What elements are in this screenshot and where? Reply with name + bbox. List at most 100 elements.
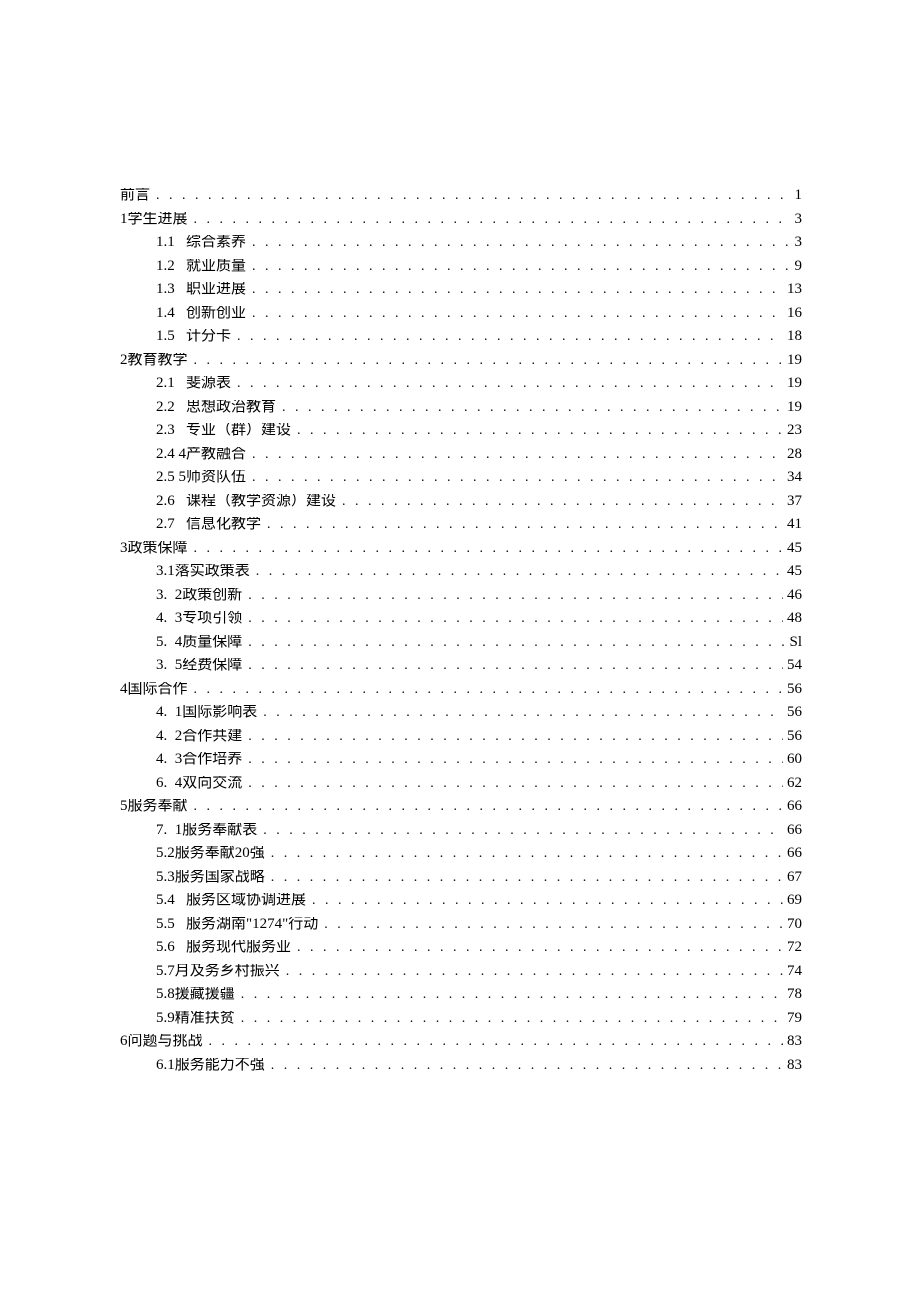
toc-entry-label: 1学生进展 xyxy=(120,212,188,227)
toc-entry-title: 月及务乡村振兴 xyxy=(175,964,280,979)
toc-entry-gap xyxy=(175,376,186,391)
toc-leader-dots xyxy=(265,847,787,861)
toc-leader-dots xyxy=(265,871,787,885)
toc-entry-label: 3.1落实政策表 xyxy=(156,564,250,579)
toc-entry-title: 2政策创新 xyxy=(175,588,243,603)
toc-entry-label: 4. 1国际影响表 xyxy=(156,705,257,720)
toc-entry-title: 问题与挑战 xyxy=(128,1034,203,1049)
toc-entry-page: 1 xyxy=(795,188,803,203)
toc-entry-title: 服务现代服务业 xyxy=(186,940,291,955)
toc-entry-label: 1.3 职业进展 xyxy=(156,282,246,297)
toc-entry-gap xyxy=(175,400,186,415)
toc-entry-gap xyxy=(167,658,175,673)
toc-entry-number: 5.5 xyxy=(156,917,175,932)
toc-leader-dots xyxy=(235,988,787,1002)
toc-entry-number: 2.7 xyxy=(156,517,175,532)
toc-leader-dots xyxy=(242,753,787,767)
toc-entry-gap xyxy=(175,517,186,532)
toc-leader-dots xyxy=(242,730,787,744)
toc-entry-number: 6 xyxy=(120,1034,128,1049)
toc-entry-page: 9 xyxy=(795,259,803,274)
toc-entry-number: 5. xyxy=(156,635,167,650)
toc-entry: 4. 2合作共建56 xyxy=(120,729,802,744)
toc-entry-label: 5.6 服务现代服务业 xyxy=(156,940,291,955)
toc-entry-label: 4. 3专项引领 xyxy=(156,611,242,626)
toc-entry-label: 4. 2合作共建 xyxy=(156,729,242,744)
toc-entry-title: 4双向交流 xyxy=(175,776,243,791)
toc-entry: 7. 1服务奉献表66 xyxy=(120,823,802,838)
toc-entry-label: 1.1 综合素养 xyxy=(156,235,246,250)
toc-entry-page: 70 xyxy=(787,917,802,932)
toc-leader-dots xyxy=(250,565,787,579)
toc-entry: 6. 4双向交流62 xyxy=(120,776,802,791)
toc-entry-label: 前言 xyxy=(120,188,150,203)
toc-entry-label: 1.5 计分卡 xyxy=(156,329,231,344)
toc-entry: 5.7月及务乡村振兴74 xyxy=(120,964,802,979)
toc-leader-dots xyxy=(242,777,787,791)
toc-entry: 1.3 职业进展13 xyxy=(120,282,802,297)
toc-entry-page: 46 xyxy=(787,588,802,603)
toc-entry-gap xyxy=(167,776,175,791)
toc-leader-dots xyxy=(242,659,787,673)
toc-entry-number: 4. xyxy=(156,752,167,767)
toc-entry-page: 54 xyxy=(787,658,802,673)
toc-entry-number: 1.3 xyxy=(156,282,175,297)
toc-entry-label: 6.1服务能力不强 xyxy=(156,1058,265,1073)
toc-leader-dots xyxy=(291,424,787,438)
toc-entry-number: 2.4 xyxy=(156,447,175,462)
toc-entry-title: 政策保障 xyxy=(128,541,188,556)
toc-leader-dots xyxy=(203,1035,787,1049)
toc-entry-number: 5.4 xyxy=(156,893,175,908)
toc-entry-title: 计分卡 xyxy=(186,329,231,344)
toc-entry-title: 前言 xyxy=(120,188,150,203)
toc-entry-page: 60 xyxy=(787,752,802,767)
toc-entry-label: 2.6 课程（教学资源）建设 xyxy=(156,494,336,509)
toc-entry-title: 5师资队伍 xyxy=(179,470,247,485)
toc-entry-title: 服务能力不强 xyxy=(175,1058,265,1073)
toc-entry-page: 37 xyxy=(787,494,802,509)
toc-entry-number: 5.2 xyxy=(156,846,175,861)
toc-entry-title: 1服务奉献表 xyxy=(175,823,258,838)
toc-leader-dots xyxy=(318,918,787,932)
toc-entry: 5.5 服务湖南"1274"行动70 xyxy=(120,917,802,932)
toc-entry-label: 1.2 就业质量 xyxy=(156,259,246,274)
toc-entry-label: 3. 5经费保障 xyxy=(156,658,242,673)
toc-entry: 5.9精准扶贫79 xyxy=(120,1011,802,1026)
toc-entry: 3.1落实政策表45 xyxy=(120,564,802,579)
toc-entry-label: 4国际合作 xyxy=(120,682,188,697)
toc-entry-title: 服务奉献20强 xyxy=(175,846,265,861)
toc-entry-number: 1 xyxy=(120,212,128,227)
toc-entry: 1.2 就业质量 9 xyxy=(120,259,802,274)
toc-entry-label: 4. 3合作培养 xyxy=(156,752,242,767)
toc-entry: 前言 1 xyxy=(120,188,802,203)
toc-entry-title: 3合作培养 xyxy=(175,752,243,767)
toc-entry-label: 2.3 专业（群）建设 xyxy=(156,423,291,438)
toc-entry: 6.1服务能力不强83 xyxy=(120,1058,802,1073)
toc-entry-label: 2.1 斐源表 xyxy=(156,376,231,391)
toc-entry-number: 2.6 xyxy=(156,494,175,509)
toc-entry-title: 斐源表 xyxy=(186,376,231,391)
toc-leader-dots xyxy=(231,377,787,391)
toc-entry-number: 5.6 xyxy=(156,940,175,955)
toc-entry-title: 落实政策表 xyxy=(175,564,250,579)
toc-entry: 2.6 课程（教学资源）建设 37 xyxy=(120,494,802,509)
toc-entry-title: 援藏援疆 xyxy=(175,987,235,1002)
toc-entry-number: 4 xyxy=(120,682,128,697)
toc-entry-number: 2 xyxy=(120,353,128,368)
toc-entry-number: 4. xyxy=(156,611,167,626)
toc-entry: 4. 3合作培养 60 xyxy=(120,752,802,767)
toc-leader-dots xyxy=(246,236,794,250)
toc-entry-gap xyxy=(167,823,175,838)
toc-entry-gap xyxy=(175,940,186,955)
toc-entry-label: 2.2 思想政治教育 xyxy=(156,400,276,415)
toc-entry: 3. 5经费保障 54 xyxy=(120,658,802,673)
toc-entry: 2.1 斐源表19 xyxy=(120,376,802,391)
toc-entry: 3政策保障45 xyxy=(120,541,802,556)
toc-entry-gap xyxy=(175,917,186,932)
toc-entry-page: 62 xyxy=(787,776,802,791)
toc-entry-page: 48 xyxy=(787,611,802,626)
toc-entry-label: 5.7月及务乡村振兴 xyxy=(156,964,280,979)
toc-entry-gap xyxy=(167,705,175,720)
toc-entry-label: 2.7 信息化教学 xyxy=(156,517,261,532)
toc-entry: 1.5 计分卡18 xyxy=(120,329,802,344)
